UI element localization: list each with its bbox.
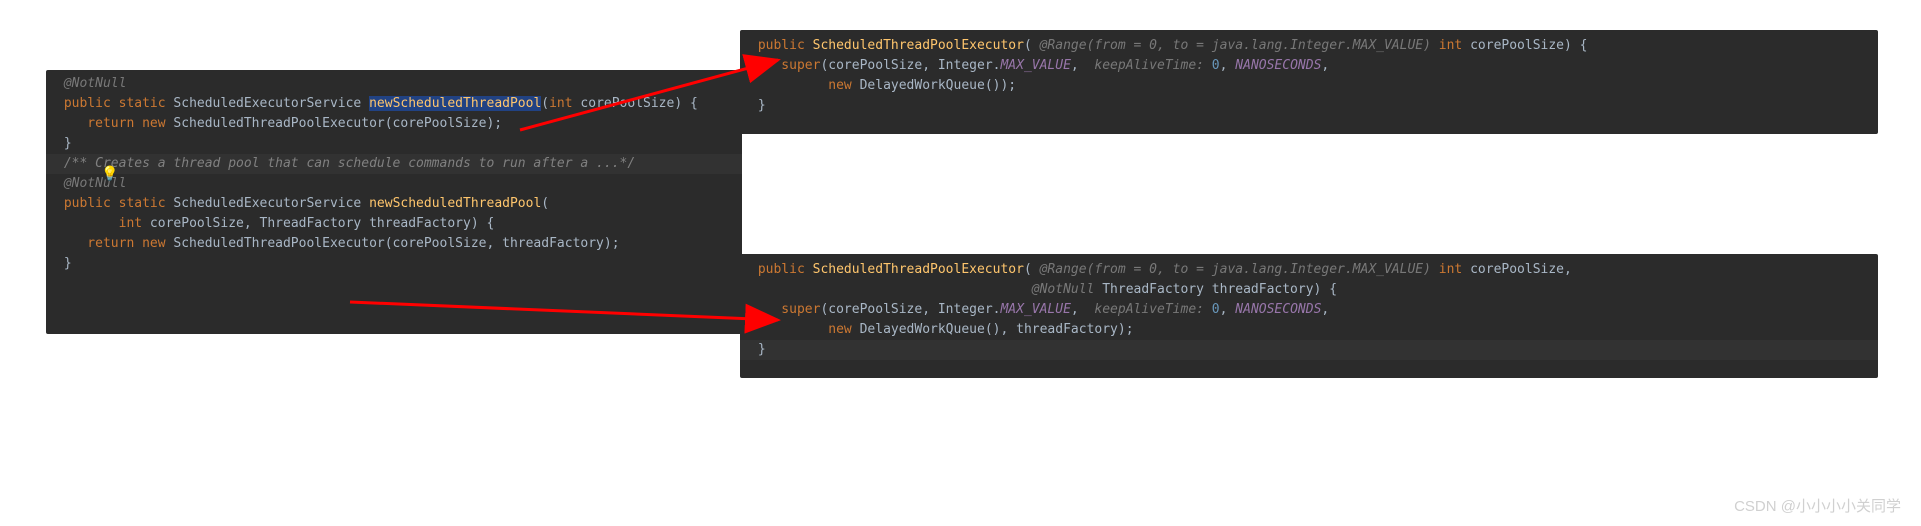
code-line: public ScheduledThreadPoolExecutor( @Ran… <box>740 36 1878 56</box>
code-panel-left: 💡 @NotNull public static ScheduledExecut… <box>46 70 742 334</box>
code-line: new DelayedWorkQueue(), threadFactory); <box>740 320 1878 340</box>
lightbulb-icon[interactable]: 💡 <box>101 166 118 182</box>
code-line: super(corePoolSize, Integer.MAX_VALUE, k… <box>740 300 1878 320</box>
code-line: @NotNull <box>46 74 742 94</box>
code-panel-bottom-right: public ScheduledThreadPoolExecutor( @Ran… <box>740 254 1878 378</box>
code-line: super(corePoolSize, Integer.MAX_VALUE, k… <box>740 56 1878 76</box>
code-line: } <box>46 254 742 274</box>
code-line: @NotNull ThreadFactory threadFactory) { <box>740 280 1878 300</box>
code-line: } <box>740 96 1878 116</box>
code-line: public static ScheduledExecutorService n… <box>46 94 742 114</box>
code-line: } <box>740 340 1878 360</box>
code-line: int corePoolSize, ThreadFactory threadFa… <box>46 214 742 234</box>
code-line: return new ScheduledThreadPoolExecutor(c… <box>46 114 742 134</box>
code-panel-top-right: public ScheduledThreadPoolExecutor( @Ran… <box>740 30 1878 134</box>
code-line: /** Creates a thread pool that can sched… <box>46 154 742 174</box>
code-line: public static ScheduledExecutorService n… <box>46 194 742 214</box>
watermark: CSDN @小小小小关同学 <box>1734 495 1901 516</box>
code-line: @NotNull <box>46 174 742 194</box>
code-line: new DelayedWorkQueue()); <box>740 76 1878 96</box>
code-line: return new ScheduledThreadPoolExecutor(c… <box>46 234 742 254</box>
code-line: public ScheduledThreadPoolExecutor( @Ran… <box>740 260 1878 280</box>
code-line: } <box>46 134 742 154</box>
